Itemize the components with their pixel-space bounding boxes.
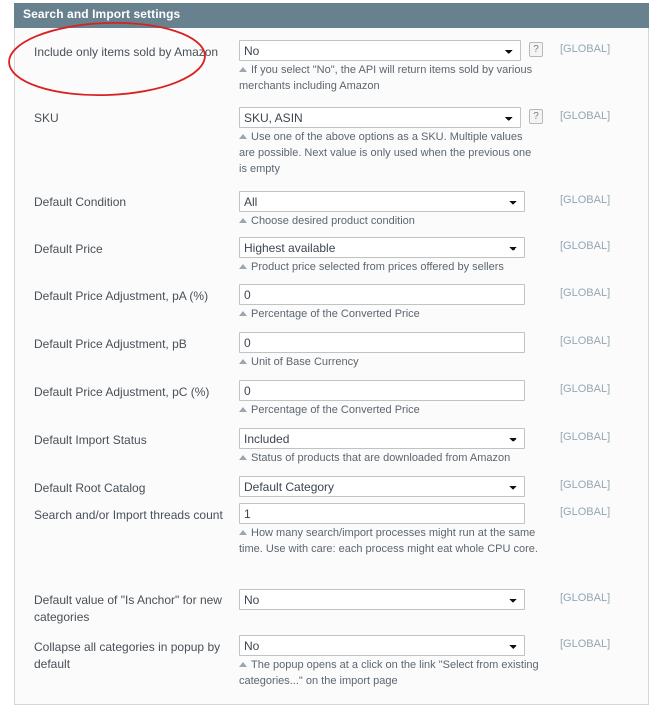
field-control-wrap-sku: SKU, ASIN (239, 107, 521, 128)
input-search-and-or-import-threads-count[interactable] (239, 503, 525, 524)
input-default-price-adjustment-pc[interactable] (239, 380, 525, 401)
section-header[interactable]: Search and Import settings (14, 3, 649, 28)
input-default-price-adjustment-pb[interactable] (239, 332, 525, 353)
field-note-sku: Use one of the above options as a SKU. M… (239, 129, 539, 177)
note-text: Percentage of the Converted Price (251, 308, 420, 320)
select-default-root-catalog[interactable]: Default Category (239, 476, 525, 497)
field-label-default-price-adjustment-pb: Default Price Adjustment, pB (34, 337, 187, 351)
scope-label-collapse-all-categories-in-popup-by-default: [GLOBAL] (560, 638, 611, 650)
field-note-default-price-adjustment-pb: Unit of Base Currency (239, 354, 539, 370)
field-label-default-value-of-is-anchor-for-new-categorie: Default value of "Is Anchor" for new cat… (34, 593, 222, 624)
field-label-sku: SKU (34, 111, 59, 125)
note-text: Status of products that are downloaded f… (251, 452, 511, 464)
field-note-search-and-or-import-threads-count: How many search/import processes might r… (239, 525, 539, 557)
note-triangle-icon (239, 662, 247, 667)
field-label-collapse-all-categories-in-popup-by-default: Collapse all categories in popup by defa… (34, 640, 221, 671)
select-default-import-status[interactable]: Included (239, 428, 525, 449)
section-title: Search and Import settings (23, 7, 181, 21)
scope-label-default-price-adjustment-pb: [GLOBAL] (560, 335, 611, 347)
scope-label-sku: [GLOBAL] (560, 110, 611, 122)
select-include-only-items-sold-by-amazon[interactable]: NoYes (239, 40, 521, 61)
scope-label-include-only-items-sold-by-amazon: [GLOBAL] (560, 43, 611, 55)
field-label-default-root-catalog: Default Root Catalog (34, 481, 146, 495)
field-control-wrap-default-import-status: Included (239, 428, 525, 449)
note-text: Use one of the above options as a SKU. M… (239, 131, 532, 175)
scope-label-default-value-of-is-anchor-for-new-categorie: [GLOBAL] (560, 592, 611, 604)
note-triangle-icon (239, 311, 247, 316)
note-text: How many search/import processes might r… (239, 527, 538, 555)
scope-label-default-price: [GLOBAL] (560, 240, 611, 252)
field-control-wrap-default-value-of-is-anchor-for-new-categorie: NoYes (239, 589, 525, 610)
field-label-default-price-adjustment-pc: Default Price Adjustment, pC (%) (34, 385, 210, 399)
help-icon-sku[interactable]: ? (529, 109, 543, 124)
field-note-default-condition: Choose desired product condition (239, 213, 539, 229)
note-triangle-icon (239, 134, 247, 139)
scope-label-default-price-adjustment-pa: [GLOBAL] (560, 287, 611, 299)
select-default-price[interactable]: Highest available (239, 237, 525, 258)
note-text: Choose desired product condition (251, 215, 415, 227)
field-label-default-condition: Default Condition (34, 195, 127, 209)
input-default-price-adjustment-pa[interactable] (239, 284, 525, 305)
field-label-include-only-items-sold-by-amazon: Include only items sold by Amazon (34, 45, 219, 59)
note-text: Unit of Base Currency (251, 356, 359, 368)
field-control-wrap-default-price-adjustment-pc (239, 380, 525, 401)
note-triangle-icon (239, 67, 247, 72)
select-default-value-of-is-anchor-for-new-categorie[interactable]: NoYes (239, 589, 525, 610)
field-control-wrap-collapse-all-categories-in-popup-by-default: NoYes (239, 635, 525, 656)
note-triangle-icon (239, 264, 247, 269)
note-text: If you select "No", the API will return … (239, 64, 533, 92)
select-default-condition[interactable]: All (239, 191, 525, 212)
settings-panel: Include only items sold by Amazon NoYes? [… (14, 28, 649, 705)
scope-label-search-and-or-import-threads-count: [GLOBAL] (560, 506, 611, 518)
note-text: Product price selected from prices offer… (251, 261, 504, 273)
scope-label-default-condition: [GLOBAL] (560, 194, 611, 206)
note-triangle-icon (239, 407, 247, 412)
scope-label-default-import-status: [GLOBAL] (560, 431, 611, 443)
field-control-wrap-search-and-or-import-threads-count (239, 503, 525, 524)
field-label-search-and-or-import-threads-count: Search and/or Import threads count (34, 508, 223, 522)
select-collapse-all-categories-in-popup-by-default[interactable]: NoYes (239, 635, 525, 656)
note-triangle-icon (239, 530, 247, 535)
note-triangle-icon (239, 455, 247, 460)
field-note-default-price-adjustment-pa: Percentage of the Converted Price (239, 306, 539, 322)
field-control-wrap-default-condition: All (239, 191, 525, 212)
field-label-default-import-status: Default Import Status (34, 433, 147, 447)
settings-screen: Search and Import settings Include only … (0, 0, 649, 710)
note-triangle-icon (239, 218, 247, 223)
help-icon-include-only-items-sold-by-amazon[interactable]: ? (529, 42, 543, 57)
select-sku[interactable]: SKU, ASIN (239, 107, 521, 128)
scope-label-default-root-catalog: [GLOBAL] (560, 479, 611, 491)
field-control-wrap-default-price-adjustment-pb (239, 332, 525, 353)
field-note-collapse-all-categories-in-popup-by-default: The popup opens at a click on the link "… (239, 657, 539, 689)
scope-label-default-price-adjustment-pc: [GLOBAL] (560, 383, 611, 395)
note-triangle-icon (239, 359, 247, 364)
field-control-wrap-default-price-adjustment-pa (239, 284, 525, 305)
note-text: The popup opens at a click on the link "… (239, 659, 539, 687)
field-control-wrap-include-only-items-sold-by-amazon: NoYes (239, 40, 521, 61)
field-label-default-price: Default Price (34, 242, 103, 256)
field-control-wrap-default-price: Highest available (239, 237, 525, 258)
note-text: Percentage of the Converted Price (251, 404, 420, 416)
field-label-default-price-adjustment-pa: Default Price Adjustment, pA (%) (34, 289, 209, 303)
field-control-wrap-default-root-catalog: Default Category (239, 476, 525, 497)
field-note-default-price-adjustment-pc: Percentage of the Converted Price (239, 402, 539, 418)
field-note-default-price: Product price selected from prices offer… (239, 259, 539, 275)
field-note-default-import-status: Status of products that are downloaded f… (239, 450, 539, 466)
field-note-include-only-items-sold-by-amazon: If you select "No", the API will return … (239, 62, 539, 94)
